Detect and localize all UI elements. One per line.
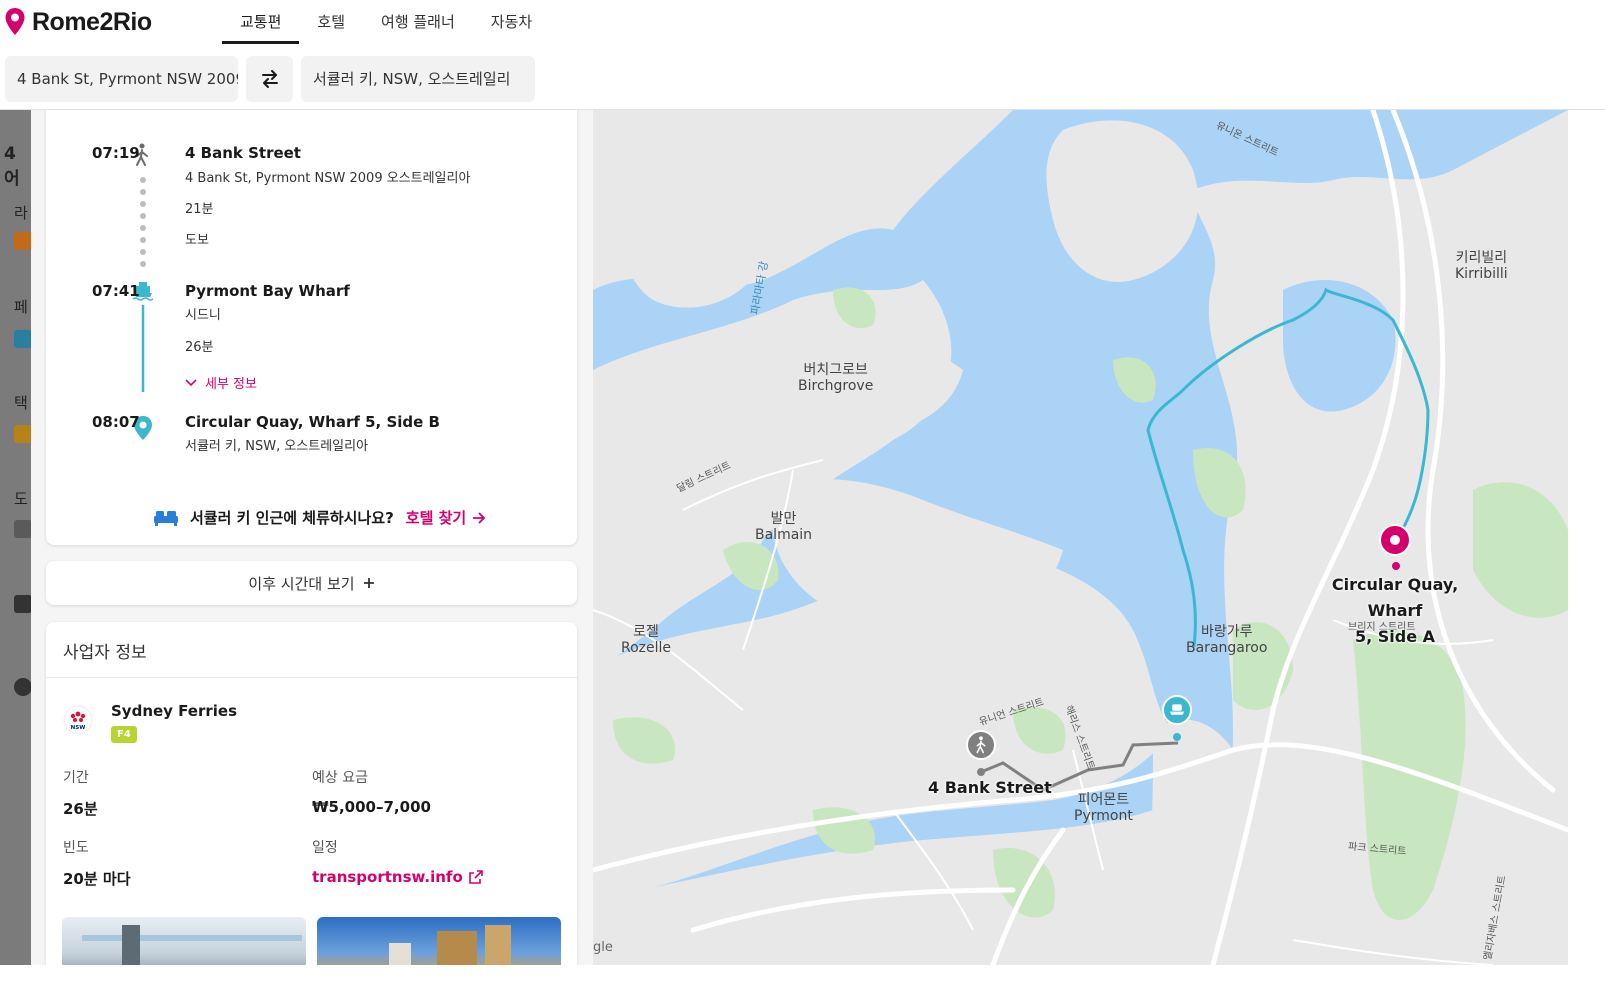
stop-name: Circular Quay, Wharf 5, Side B: [185, 413, 440, 431]
arrive-time: 08:07: [92, 413, 140, 431]
route-count: 4어: [4, 144, 20, 189]
start-label: 4 Bank Street: [928, 778, 1052, 797]
map-label-kirribilli: 키리빌리 Kirribilli: [1455, 250, 1508, 282]
itinerary-card: 07:19 4 Bank Street 4 Bank St, Pyrmont N…: [46, 110, 577, 545]
tab-car[interactable]: 자동차: [473, 0, 550, 44]
bus-icon: [14, 232, 32, 250]
top-header: Rome2Rio 교통편 호텔 여행 플래너 자동차 4 Bank St, Py…: [0, 0, 1605, 110]
main-nav: 교통편 호텔 여행 플래너 자동차: [222, 0, 550, 44]
route-detail-panel: 07:19 4 Bank Street 4 Bank St, Pyrmont N…: [31, 110, 593, 970]
details-toggle[interactable]: 세부 정보: [185, 373, 257, 392]
ferry-stop-marker[interactable]: [1162, 695, 1192, 725]
route-label: 라: [14, 204, 28, 222]
walk-icon: [976, 736, 986, 754]
schedule-link[interactable]: transportnsw.info: [312, 868, 483, 886]
external-link-icon: [468, 870, 483, 884]
taxi-icon: [14, 425, 32, 443]
page-scrollbar-area[interactable]: [1568, 110, 1605, 965]
find-hotel-label: 호텔 찾기: [405, 509, 467, 527]
walk-icon: [14, 520, 32, 538]
stop-city: 시드니: [185, 308, 221, 323]
circle-icon: [14, 678, 32, 696]
stop-address: 4 Bank St, Pyrmont NSW 2009 오스트레일리아: [185, 171, 471, 186]
swap-button[interactable]: [246, 56, 293, 102]
nsw-logo-icon: NSW: [63, 705, 93, 735]
google-attribution: gle: [593, 940, 613, 955]
tab-trip-planner[interactable]: 여행 플래너: [363, 0, 473, 44]
start-marker[interactable]: [966, 730, 996, 760]
origin-input[interactable]: 4 Bank St, Pyrmont NSW 2009: [5, 56, 238, 102]
depart-time: 07:19: [92, 144, 140, 162]
bottom-edge: [0, 965, 1605, 989]
map-label-barangaroo: 바랑가루 Barangaroo: [1186, 624, 1268, 656]
hotel-prompt: 서큘러 키 인근에 체류하시나요? 호텔 찾기: [154, 507, 486, 528]
stop-name: Pyrmont Bay Wharf: [185, 282, 350, 300]
rome2rio-logo[interactable]: Rome2Rio: [4, 6, 152, 38]
route-label: 페: [14, 298, 28, 316]
operator-photo[interactable]: [317, 917, 561, 970]
destination-input[interactable]: 서큘러 키, NSW, 오스트레일리: [301, 56, 535, 102]
chevron-down-icon: [185, 378, 197, 386]
stop-name: 4 Bank Street: [185, 144, 301, 162]
stop-address: 서큘러 키, NSW, 오스트레일리아: [185, 439, 369, 454]
tab-transport[interactable]: 교통편: [222, 0, 300, 44]
hotel-prompt-text: 서큘러 키 인근에 체류하시나요?: [190, 509, 394, 527]
fare-label: 예상 요금: [312, 770, 368, 786]
map-label-balmain: 발만 Balmain: [755, 511, 813, 543]
destination-label: Circular Quay, Wharf 5, Side A: [1331, 575, 1459, 646]
find-hotel-link[interactable]: 호텔 찾기: [406, 507, 486, 528]
location-pin-icon: [5, 8, 25, 35]
segment-duration: 21분: [185, 202, 214, 217]
duration-label: 기간: [63, 770, 89, 786]
svg-text:NSW: NSW: [71, 725, 86, 731]
schedule-label: 일정: [312, 840, 338, 856]
fare-value: ₩5,000–7,000: [312, 798, 431, 816]
logo-text: Rome2Rio: [32, 7, 152, 36]
duration-value: 26분: [63, 800, 98, 818]
ferry-icon: [14, 330, 32, 348]
route-badge: F4: [111, 726, 137, 743]
route-label: 도: [14, 490, 28, 508]
bed-icon: [154, 510, 178, 526]
operator-photo[interactable]: [62, 917, 306, 970]
later-times-label: 이후 시간대 보기: [248, 574, 355, 593]
divider: [46, 677, 577, 678]
car-icon: [14, 595, 32, 613]
arrow-right-icon: [473, 511, 486, 524]
map-label-birchgrove: 버치그로브 Birchgrove: [798, 362, 874, 394]
tab-hotels[interactable]: 호텔: [299, 0, 363, 44]
frequency-value: 20분 마다: [63, 870, 131, 888]
segment-mode: 도보: [185, 233, 209, 248]
segment-duration: 26분: [185, 340, 214, 355]
swap-arrows-icon: [261, 70, 278, 88]
route-map[interactable]: 버치그로브 Birchgrove 발만 Balmain 로젤 Rozelle 바랑가루…: [593, 110, 1568, 965]
operator-card: 사업자 정보 NSW Sydney Ferries F4 기간 26분 예상 요…: [46, 622, 577, 970]
operator-name: Sydney Ferries: [111, 702, 238, 720]
map-canvas: [593, 110, 1568, 965]
background-route-list: 4어 라 페 택 도: [0, 110, 32, 970]
map-label-pyrmont: 피어몬트 Pyrmont: [1074, 792, 1133, 824]
later-times-button[interactable]: 이후 시간대 보기: [46, 561, 577, 605]
walk-dotted-line: [140, 177, 146, 267]
schedule-link-text: transportnsw.info: [312, 868, 463, 886]
pin-dot-icon: [1390, 535, 1400, 545]
plus-icon: [363, 578, 374, 588]
frequency-label: 빈도: [63, 840, 89, 856]
operator-section-title: 사업자 정보: [63, 643, 147, 663]
map-label-rozelle: 로젤 Rozelle: [621, 624, 672, 656]
ferry-icon: [1169, 704, 1185, 715]
route-label: 택: [14, 394, 28, 412]
destination-marker[interactable]: [1379, 524, 1411, 556]
ferry-time: 07:41: [92, 282, 140, 300]
details-label: 세부 정보: [205, 377, 257, 392]
